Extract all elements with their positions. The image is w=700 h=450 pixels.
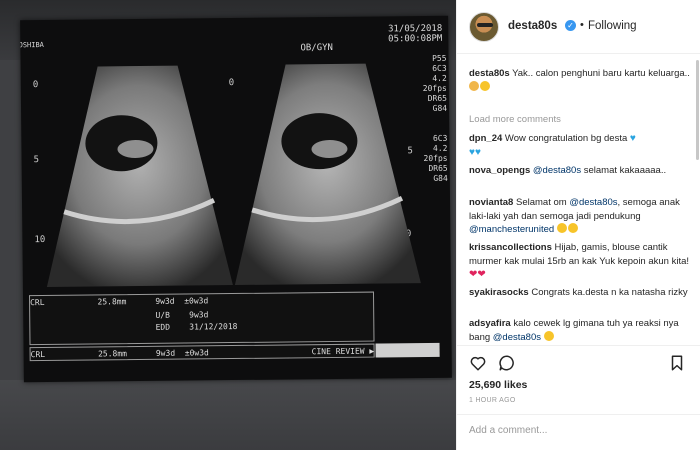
comment-item: novianta8 Selamat om @desta80s, semoga a… xyxy=(469,196,691,237)
comment-username[interactable]: novianta8 xyxy=(469,197,513,208)
comment-text: Congrats ka.desta n ka natasha rizky xyxy=(531,287,688,298)
comment-item: krissancollections Hijab, gamis, blouse … xyxy=(469,241,691,282)
cine-review-label: CINE REVIEW ▶ xyxy=(311,346,375,357)
comment-username[interactable]: krissancollections xyxy=(469,242,552,253)
comments-scrollbar[interactable] xyxy=(696,60,699,160)
comment-mention[interactable]: @desta80s xyxy=(493,332,541,343)
post-photo[interactable]: 31/05/2018 05:00:08PM TOSHIBA OB/GYN P55… xyxy=(0,0,456,450)
instagram-post: 31/05/2018 05:00:08PM TOSHIBA OB/GYN P55… xyxy=(0,0,700,450)
grinning-face-emoji-icon xyxy=(543,330,554,341)
measurement-row-crl: CRL 25.8mm 9w3d ±0w3d xyxy=(30,296,209,308)
comment-mention[interactable]: @desta80s xyxy=(533,165,581,176)
comment-item: adsyafira kalo cewek lg gimana tuh ya re… xyxy=(469,317,691,344)
grinning-face-emoji-icon xyxy=(567,223,578,233)
measurement-row-ub: U/B 9w3d xyxy=(30,310,209,322)
ultrasound-params-top: P55 6C3 4.2 20fps DR65 G84 xyxy=(422,53,448,113)
cine-review-bar xyxy=(375,342,440,358)
depth-scale-0-left: 0 xyxy=(32,80,39,91)
header-separator: • xyxy=(580,19,584,31)
add-comment-bar xyxy=(457,414,700,450)
comment-item: nova_opengs @desta80s selamat kakaaaaa.. xyxy=(469,164,691,178)
comment-username[interactable]: syakirasocks xyxy=(469,287,529,298)
likes-count[interactable]: 25,690 likes xyxy=(469,379,527,391)
header-username[interactable]: desta80s xyxy=(508,20,557,32)
ultrasound-date: 31/05/2018 xyxy=(387,23,443,35)
ultrasound-brand: TOSHIBA xyxy=(20,41,44,50)
comment-text: Selamat om xyxy=(516,197,567,208)
caption: desta80s Yak.. calon penghuni baru kartu… xyxy=(469,67,691,94)
comment-text: Wow congratulation bg desta xyxy=(504,133,628,144)
comment-item: dpn_24 Wow congratulation bg desta ♥ ♥♥ xyxy=(469,132,691,159)
ultrasound-image-left xyxy=(43,60,235,292)
comment-text: selamat kakaaaaa.. xyxy=(583,165,667,176)
ultrasound-datetime: 31/05/2018 05:00:08PM xyxy=(388,24,442,45)
bookmark-icon[interactable] xyxy=(668,354,686,372)
grinning-face-emoji-icon xyxy=(556,223,567,233)
measurement-row-edd: EDD 31/12/2018 xyxy=(30,321,238,334)
avatar[interactable] xyxy=(469,12,499,42)
comments-list[interactable]: desta80s Yak.. calon penghuni baru kartu… xyxy=(457,55,695,345)
heart-emoji-icon: ❤ xyxy=(477,269,486,280)
depth-scale-5-left: 5 xyxy=(33,155,40,166)
praying-hands-emoji-icon xyxy=(469,80,479,91)
post-actions: 25,690 likes 1 HOUR AGO xyxy=(457,345,700,450)
heart-icon[interactable] xyxy=(469,354,487,372)
add-comment-input[interactable] xyxy=(469,425,679,436)
comment-mention[interactable]: @manchesterunited xyxy=(469,224,554,235)
caption-username[interactable]: desta80s xyxy=(469,68,510,79)
ultrasound-printout: 31/05/2018 05:00:08PM TOSHIBA OB/GYN P55… xyxy=(20,15,452,383)
blue-heart-icon: ♥ xyxy=(474,146,481,158)
photo-background-bottom xyxy=(0,380,456,450)
comment-username[interactable]: adsyafira xyxy=(469,318,511,329)
load-more-comments-link[interactable]: Load more comments xyxy=(469,114,561,125)
ultrasound-mode: OB/GYN xyxy=(300,42,333,54)
post-header: desta80s ✓ • Following xyxy=(457,0,700,54)
comment-item: syakirasocks Congrats ka.desta n ka nata… xyxy=(469,286,691,300)
ultrasound-image-right xyxy=(231,58,423,290)
verified-badge-icon: ✓ xyxy=(565,20,576,31)
caption-text: Yak.. calon penghuni baru kartu keluarga… xyxy=(512,68,690,79)
smiling-face-emoji-icon xyxy=(480,80,490,91)
measurement-table: CRL 25.8mm 9w3d ±0w3d U/B 9w3d EDD 31/12… xyxy=(28,291,375,346)
comment-username[interactable]: nova_opengs xyxy=(469,165,530,176)
comment-mention[interactable]: @desta80s xyxy=(569,197,617,208)
post-sidebar: desta80s ✓ • Following desta80s Yak.. ca… xyxy=(456,0,700,450)
post-timestamp[interactable]: 1 HOUR AGO xyxy=(469,397,516,404)
ultrasound-params-mid: 6C3 4.2 20fps DR65 G84 xyxy=(423,133,448,183)
blue-heart-icon: ♥ xyxy=(629,133,636,144)
comment-icon[interactable] xyxy=(498,354,516,372)
ultrasound-time: 05:00:08PM xyxy=(388,33,443,45)
comment-username[interactable]: dpn_24 xyxy=(469,133,502,144)
follow-status-button[interactable]: Following xyxy=(588,20,637,32)
